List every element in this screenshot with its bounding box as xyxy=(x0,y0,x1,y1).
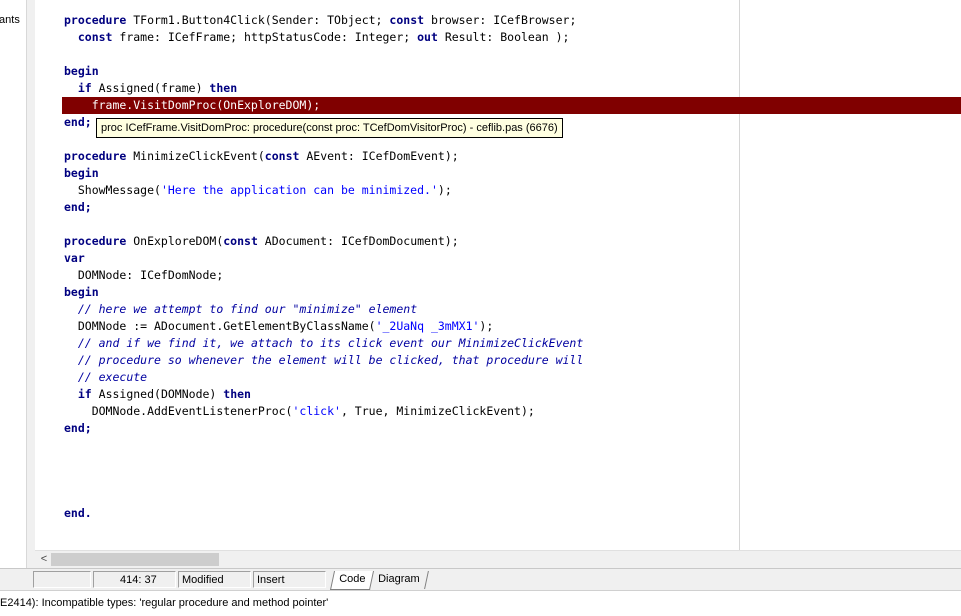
code-line[interactable] xyxy=(64,471,583,488)
code-line[interactable]: end. xyxy=(64,505,583,522)
code-token: procedure xyxy=(64,149,127,163)
code-token: begin xyxy=(64,166,99,180)
tab-code-label: Code xyxy=(339,573,366,585)
horizontal-scrollbar[interactable]: < xyxy=(35,550,961,568)
code-token: DOMNode: ICefDomNode; xyxy=(64,268,224,282)
code-token: Assigned(DOMNode) xyxy=(91,387,224,401)
code-token: procedure xyxy=(64,234,127,248)
code-token: // execute xyxy=(77,370,148,384)
insert-mode-indicator: Insert xyxy=(253,571,326,588)
code-line[interactable]: // and if we find it, we attach to its c… xyxy=(64,335,583,352)
code-token: if xyxy=(77,81,92,95)
code-line[interactable] xyxy=(64,454,583,471)
code-token: then xyxy=(223,387,251,401)
code-token: // procedure so whenever the element wil… xyxy=(77,353,584,367)
code-lines[interactable]: procedure TForm1.Button4Click(Sender: TO… xyxy=(64,12,583,522)
code-line[interactable]: procedure TForm1.Button4Click(Sender: TO… xyxy=(64,12,583,29)
code-token: Result: Boolean ); xyxy=(437,30,570,44)
code-line[interactable]: begin xyxy=(64,284,583,301)
code-token: end; xyxy=(64,421,92,435)
left-panel: tants xyxy=(0,0,27,568)
code-line[interactable]: DOMNode.AddEventListenerProc('click', Tr… xyxy=(64,403,583,420)
code-line[interactable] xyxy=(64,437,583,454)
code-token: OnExploreDOM( xyxy=(126,234,224,248)
code-line[interactable]: // execute xyxy=(64,369,583,386)
code-token: procedure xyxy=(64,13,127,27)
code-line[interactable]: begin xyxy=(64,165,583,182)
code-line[interactable]: if Assigned(DOMNode) then xyxy=(64,386,583,403)
code-token: if xyxy=(77,387,92,401)
code-token: end; xyxy=(64,115,92,129)
code-line[interactable]: ShowMessage('Here the application can be… xyxy=(64,182,583,199)
code-token: begin xyxy=(64,64,99,78)
code-line[interactable]: if Assigned(frame) then xyxy=(64,80,583,97)
code-token: // and if we find it, we attach to its c… xyxy=(77,336,584,350)
status-blank-cell xyxy=(33,571,91,588)
code-line[interactable]: begin xyxy=(64,63,583,80)
scroll-left-arrow-icon[interactable]: < xyxy=(37,551,51,568)
code-token: TForm1.Button4Click(Sender: TObject; xyxy=(126,13,390,27)
code-token: var xyxy=(64,251,85,265)
left-panel-label: tants xyxy=(0,14,20,26)
code-line[interactable]: procedure OnExploreDOM(const ADocument: … xyxy=(64,233,583,250)
status-bar: 414: 37 Modified Insert Code Diagram xyxy=(0,568,961,591)
code-line[interactable]: procedure MinimizeClickEvent(const AEven… xyxy=(64,148,583,165)
code-token: DOMNode := ADocument.GetElementByClassNa… xyxy=(64,319,376,333)
code-token: const xyxy=(77,30,113,44)
code-token: // here we attempt to find our "minimize… xyxy=(77,302,418,316)
code-line[interactable] xyxy=(64,488,583,505)
code-token: 'click' xyxy=(292,404,341,418)
right-margin-line xyxy=(739,0,740,550)
code-token: const xyxy=(389,13,425,27)
code-token: '_2UaNq _3mMX1' xyxy=(375,319,480,333)
code-token: DOMNode.AddEventListenerProc( xyxy=(64,404,293,418)
code-line[interactable]: // here we attempt to find our "minimize… xyxy=(64,301,583,318)
code-token: out xyxy=(417,30,438,44)
code-token: , True, MinimizeClickEvent); xyxy=(340,404,535,418)
code-token: ); xyxy=(437,183,452,197)
code-token: AEvent: ICefDomEvent); xyxy=(299,149,459,163)
code-token: ); xyxy=(479,319,494,333)
cursor-position: 414: 37 xyxy=(93,571,176,588)
code-line[interactable]: end; xyxy=(64,420,583,437)
tab-diagram-label: Diagram xyxy=(378,573,420,585)
editor-gutter xyxy=(27,0,35,550)
code-token: frame: ICefFrame; httpStatusCode: Intege… xyxy=(112,30,418,44)
code-token: end. xyxy=(64,506,92,520)
code-token: browser: ICefBrowser; xyxy=(424,13,577,27)
code-line[interactable]: const frame: ICefFrame; httpStatusCode: … xyxy=(64,29,583,46)
tab-code[interactable]: Code xyxy=(329,571,375,590)
code-line[interactable]: // procedure so whenever the element wil… xyxy=(64,352,583,369)
code-token: ShowMessage( xyxy=(64,183,161,197)
code-line[interactable]: DOMNode := ADocument.GetElementByClassNa… xyxy=(64,318,583,335)
code-line[interactable] xyxy=(64,216,583,233)
code-token: end; xyxy=(64,200,92,214)
code-token: const xyxy=(264,149,300,163)
code-token: begin xyxy=(64,285,99,299)
code-line[interactable]: var xyxy=(64,250,583,267)
compiler-message[interactable]: E2414): Incompatible types: 'regular pro… xyxy=(0,590,961,616)
tab-diagram[interactable]: Diagram xyxy=(370,571,429,589)
highlighted-line-text[interactable]: frame.VisitDomProc(OnExploreDOM); xyxy=(64,97,321,114)
code-token: ADocument: ICefDomDocument); xyxy=(257,234,459,248)
code-token: 'Here the application can be minimized.' xyxy=(160,183,438,197)
code-line[interactable] xyxy=(64,46,583,63)
code-line[interactable]: DOMNode: ICefDomNode; xyxy=(64,267,583,284)
code-line[interactable]: end; xyxy=(64,199,583,216)
code-token: MinimizeClickEvent( xyxy=(126,149,265,163)
code-token: const xyxy=(223,234,258,248)
code-token: then xyxy=(209,81,238,95)
modified-indicator: Modified xyxy=(178,571,251,588)
code-token: Assigned(frame) xyxy=(91,81,210,95)
code-insight-tooltip: proc ICefFrame.VisitDomProc: procedure(c… xyxy=(96,118,563,138)
scrollbar-thumb[interactable] xyxy=(51,553,219,566)
